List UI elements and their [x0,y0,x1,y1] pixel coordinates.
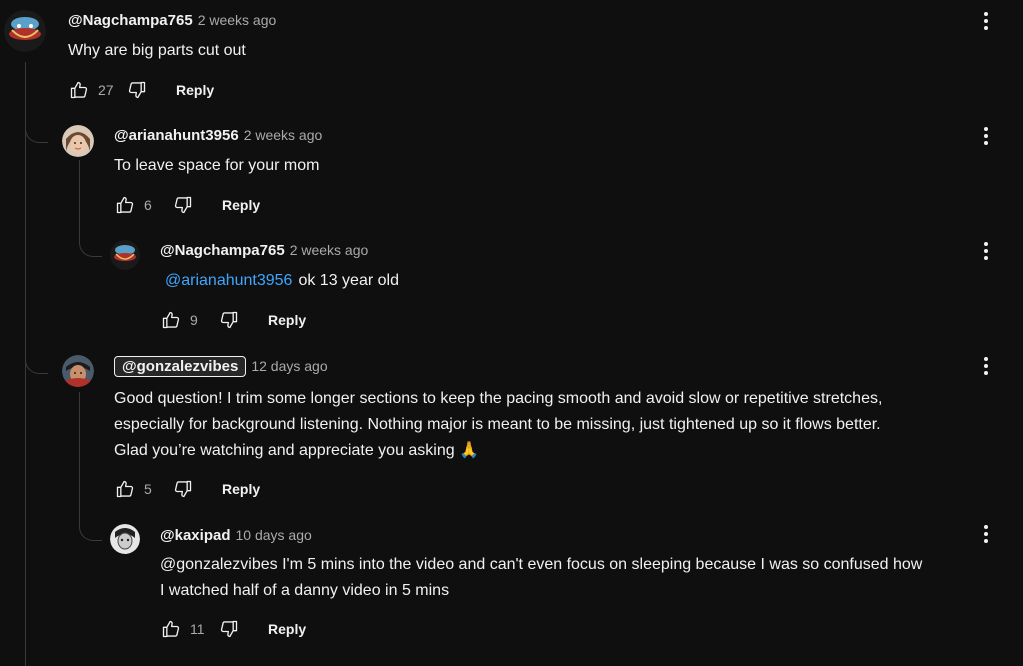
thumbs-up-icon [116,196,134,214]
timestamp[interactable]: 2 weeks ago [244,127,323,143]
comment-header: @kaxipad 10 days ago [160,527,312,545]
avatar[interactable] [110,524,140,554]
reply-button[interactable]: Reply [216,193,266,217]
like-button[interactable] [160,618,182,640]
comment-line: Glad you’re watching and appreciate you … [114,442,480,459]
like-count: 27 [98,82,114,98]
thumbs-up-icon [116,480,134,498]
comment-actions: 27 Reply [68,78,220,102]
reply-thread-line [79,392,80,512]
dislike-button[interactable] [218,618,240,640]
more-actions-button[interactable] [976,124,996,148]
comment-line: Good question! I trim some longer sectio… [114,390,883,407]
timestamp[interactable]: 2 weeks ago [290,242,369,258]
comment-actions: 5 Reply [114,477,266,501]
like-button[interactable] [68,79,90,101]
timestamp[interactable]: 10 days ago [236,527,312,543]
like-count: 9 [190,312,198,328]
comment-text: To leave space for your mom [114,153,319,179]
thread-hook [79,508,102,541]
author-name[interactable]: @Nagchampa765 [160,242,285,259]
more-actions-button[interactable] [976,239,996,263]
comment-actions: 9 Reply [160,308,312,332]
more-vertical-icon [984,12,988,16]
reply-button[interactable]: Reply [262,308,312,332]
dislike-button[interactable] [126,79,148,101]
thumbs-down-icon [128,81,146,99]
comment-line: Why are big parts cut out [68,42,246,59]
like-button[interactable] [114,194,136,216]
comment-line: I watched half of a danny video in 5 min… [160,582,450,599]
thread-hook [79,226,102,257]
thread-hook [25,343,48,374]
like-count: 6 [144,197,152,213]
comment-header: @arianahunt3956 2 weeks ago [114,127,322,145]
thumbs-down-icon [174,196,192,214]
more-vertical-icon [984,127,988,131]
author-name[interactable]: @gonzalezvibes [114,356,247,377]
like-count: 11 [190,621,205,637]
mention-link[interactable]: @arianahunt3956 [165,272,292,289]
comment-line: @arianahunt3956 ok 13 year old [160,268,399,294]
author-name[interactable]: @arianahunt3956 [114,127,239,144]
like-button[interactable] [114,478,136,500]
comment-text: @gonzalezvibes I'm 5 mins into the video… [160,552,922,604]
thumbs-down-icon [174,480,192,498]
thumbs-up-icon [162,311,180,329]
more-vertical-icon [984,242,988,246]
comment-actions: 6 Reply [114,193,266,217]
more-actions-button[interactable] [976,522,996,546]
author-name[interactable]: @kaxipad [160,527,231,544]
comment-line: To leave space for your mom [114,157,320,174]
author-name[interactable]: @Nagchampa765 [68,12,193,29]
comment-line-text: ok 13 year old [298,272,399,289]
avatar[interactable] [4,10,46,52]
timestamp[interactable]: 2 weeks ago [198,12,277,28]
dislike-button[interactable] [172,194,194,216]
more-vertical-icon [984,525,988,529]
avatar[interactable] [110,240,140,270]
comment-line: especially for background listening. Not… [114,416,881,433]
timestamp[interactable]: 12 days ago [251,358,327,374]
comment-line: @gonzalezvibes I'm 5 mins into the video… [160,556,923,573]
reply-button[interactable]: Reply [262,617,312,641]
like-button[interactable] [160,309,182,331]
more-actions-button[interactable] [976,9,996,33]
comment-header: @Nagchampa765 2 weeks ago [68,12,276,30]
dislike-button[interactable] [218,309,240,331]
thumbs-up-icon [70,81,88,99]
avatar[interactable] [62,125,94,157]
comment-text: @arianahunt3956 ok 13 year old [160,268,399,294]
thread-hook [25,112,48,143]
reply-button[interactable]: Reply [170,78,220,102]
dislike-button[interactable] [172,478,194,500]
reply-button[interactable]: Reply [216,477,266,501]
comment-text: Why are big parts cut out [68,38,246,64]
thumbs-up-icon [162,620,180,638]
comment-actions: 11 Reply [160,617,312,641]
comment-text: Good question! I trim some longer sectio… [114,386,882,464]
avatar[interactable] [62,355,94,387]
thumbs-down-icon [220,311,238,329]
comment-header: @Nagchampa765 2 weeks ago [160,242,368,260]
more-actions-button[interactable] [976,354,996,378]
thumbs-down-icon [220,620,238,638]
like-count: 5 [144,481,152,497]
comment-header: @gonzalezvibes 12 days ago [114,356,328,377]
more-vertical-icon [984,357,988,361]
